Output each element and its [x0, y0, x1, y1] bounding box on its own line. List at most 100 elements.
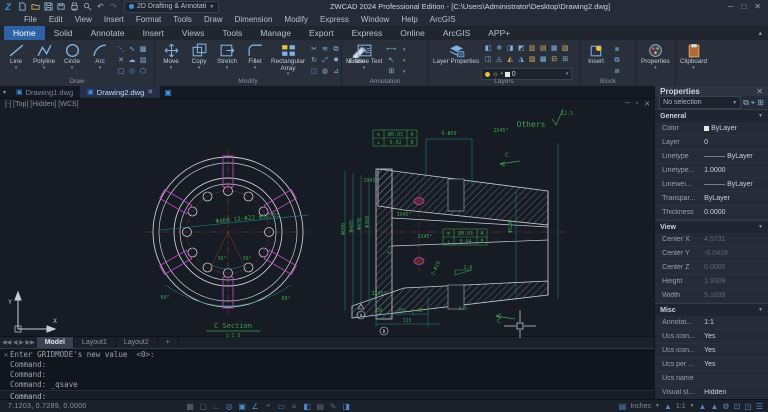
doc-tab-drawing1.dwg[interactable]: ▣Drawing1.dwg [9, 86, 80, 98]
layer-lock-icon[interactable]: ◨ [505, 44, 515, 54]
rectangle-tool-icon[interactable]: ▢ [116, 67, 126, 77]
join-tool-icon[interactable]: ◫ [309, 67, 319, 77]
command-close-icon[interactable]: ✕ [2, 350, 10, 360]
section-misc[interactable]: Misc▼ [655, 303, 768, 316]
spline-tool-icon[interactable]: ∿ [127, 45, 137, 55]
ribbon-collapse-icon[interactable]: ▴ [758, 29, 762, 37]
fillet-button[interactable]: Fillet▾ [241, 41, 269, 70]
status-toggle-0[interactable]: ▦ [185, 401, 196, 411]
property-value[interactable]: Hidden [704, 389, 768, 396]
leader-caret-icon[interactable]: ▾ [399, 56, 409, 66]
menu-express[interactable]: Express [314, 15, 355, 24]
ribbon-tab-solid[interactable]: Solid [45, 26, 82, 40]
select-objects-icon[interactable]: ⌖ [751, 98, 756, 108]
menu-arcgis[interactable]: ArcGIS [424, 15, 462, 24]
doc-tab-drawing2.dwg[interactable]: ▣Drawing2.dwg✕ [80, 86, 160, 98]
menu-window[interactable]: Window [355, 15, 395, 24]
layer-copy-icon[interactable]: ▨ [527, 55, 537, 65]
section-collapse-icon[interactable]: ▼ [758, 224, 763, 230]
scale-tool-icon[interactable]: ⤢ [320, 56, 330, 66]
ribbon-tab-tools[interactable]: Tools [213, 26, 251, 40]
layer-unisolate-icon[interactable]: ◮ [516, 55, 526, 65]
ribbon-tab-insert[interactable]: Insert [134, 26, 173, 40]
clean-screen-icon[interactable]: ◳ [744, 402, 752, 411]
layer-properties-button[interactable]: Layer Properties [431, 41, 481, 66]
status-toggle-3[interactable]: ◎ [224, 401, 235, 411]
rectangular-array-button[interactable]: Rectangular Array▾ [269, 41, 307, 76]
ribbon-tab-arcgis[interactable]: ArcGIS [434, 26, 479, 40]
status-toggle-8[interactable]: ≡ [289, 401, 300, 411]
doc-close-icon[interactable]: ✕ [644, 100, 650, 108]
menu-edit[interactable]: Edit [43, 15, 69, 24]
layer-del-icon[interactable]: ▩ [538, 55, 548, 65]
clipboard-button[interactable]: Clipboard▾ [678, 41, 709, 70]
polygon-tool-icon[interactable]: ⬡ [138, 67, 148, 77]
ribbon-tab-views[interactable]: Views [173, 26, 214, 40]
redo-icon[interactable]: ↷ [108, 1, 119, 12]
isolate-objects-icon[interactable]: ⊡ [734, 402, 741, 411]
menu-view[interactable]: View [69, 15, 98, 24]
property-value[interactable]: 0 [704, 139, 768, 146]
property-value[interactable]: 1:1 [704, 319, 768, 326]
align-tool-icon[interactable]: ⊿ [331, 67, 341, 77]
hatch-tool-icon[interactable]: ▨ [138, 56, 148, 66]
section-general[interactable]: General▼ [655, 109, 768, 122]
property-value[interactable]: Yes [704, 347, 768, 354]
maximize-button[interactable]: □ [741, 2, 746, 11]
status-toggle-2[interactable]: ∟ [211, 401, 222, 411]
drawing-canvas[interactable]: [-] [Top] [Hidden] [WCS] ─ ▫ ✕ [0, 99, 654, 336]
leader-icon[interactable]: ↖ [386, 56, 396, 66]
menu-dimension[interactable]: Dimension [229, 15, 279, 24]
dim-caret-icon[interactable]: ▾ [399, 45, 409, 55]
menu-draw[interactable]: Draw [198, 15, 229, 24]
layer-merge-icon[interactable]: ▧ [560, 44, 570, 54]
status-toggle-9[interactable]: ◧ [302, 401, 313, 411]
status-toggle-4[interactable]: ▣ [237, 401, 248, 411]
ribbon-tab-manage[interactable]: Manage [251, 26, 300, 40]
menu-format[interactable]: Format [130, 15, 167, 24]
circle-button[interactable]: Circle▾ [58, 41, 86, 70]
status-toggle-10[interactable]: ▤ [315, 401, 326, 411]
selection-dropdown[interactable]: No selection ▼ [659, 96, 741, 109]
explode-tool-icon[interactable]: ✸ [331, 56, 341, 66]
offset-tool-icon[interactable]: ≋ [320, 45, 330, 55]
doc-tabs-menu-icon[interactable]: ▾ [0, 86, 9, 98]
ribbon-tab-home[interactable]: Home [4, 26, 45, 40]
save-icon[interactable] [43, 1, 54, 12]
move-button[interactable]: Move▾ [157, 41, 185, 70]
close-button[interactable]: ✕ [754, 2, 761, 11]
section-collapse-icon[interactable]: ▼ [758, 113, 763, 119]
property-value[interactable]: ——— ByLayer [704, 181, 768, 188]
layer-isolate-icon[interactable]: ◩ [516, 44, 526, 54]
property-value[interactable]: 1.9309 [704, 278, 768, 285]
new-file-icon[interactable] [17, 1, 28, 12]
menu-tools[interactable]: Tools [167, 15, 198, 24]
properties-palette-button[interactable]: Properties▾ [639, 41, 672, 70]
layer-off-icon[interactable]: ◫ [483, 55, 493, 65]
table-caret-icon[interactable]: ▾ [399, 67, 409, 77]
section-collapse-icon[interactable]: ▼ [758, 307, 763, 313]
linear-dimension-icon[interactable]: ⟷ [386, 45, 396, 55]
attributes-icon[interactable]: ≣ [612, 67, 622, 77]
menu-modify[interactable]: Modify [278, 15, 314, 24]
auto-scale-icon[interactable]: ▲ [710, 402, 718, 411]
break-tool-icon[interactable]: ◍ [320, 67, 330, 77]
edit-block-icon[interactable]: ⧉ [612, 56, 622, 66]
status-toggle-7[interactable]: ▭ [276, 401, 287, 411]
annotation-visibility-icon[interactable]: ▲ [699, 402, 707, 411]
property-value[interactable]: 1.0000 [704, 167, 768, 174]
layer-on-icon[interactable]: ◧ [483, 44, 493, 54]
xline-tool-icon[interactable]: ✕ [116, 56, 126, 66]
property-value[interactable]: Yes [704, 333, 768, 340]
ribbon-tab-export[interactable]: Export [300, 26, 343, 40]
status-toggle-12[interactable]: ◨ [341, 401, 352, 411]
section-view[interactable]: View▼ [655, 220, 768, 233]
status-toggle-5[interactable]: ∠ [250, 401, 261, 411]
layer-unlock-icon[interactable]: ◭ [505, 55, 515, 65]
save-as-icon[interactable] [56, 1, 67, 12]
stretch-button[interactable]: Stretch▾ [213, 41, 241, 70]
scale-caret-icon[interactable]: ▼ [690, 403, 695, 409]
ribbon-tab-annotate[interactable]: Annotate [82, 26, 134, 40]
point-tool-icon[interactable]: ⋱ [116, 45, 126, 55]
layer-thaw-icon[interactable]: ◬ [494, 55, 504, 65]
